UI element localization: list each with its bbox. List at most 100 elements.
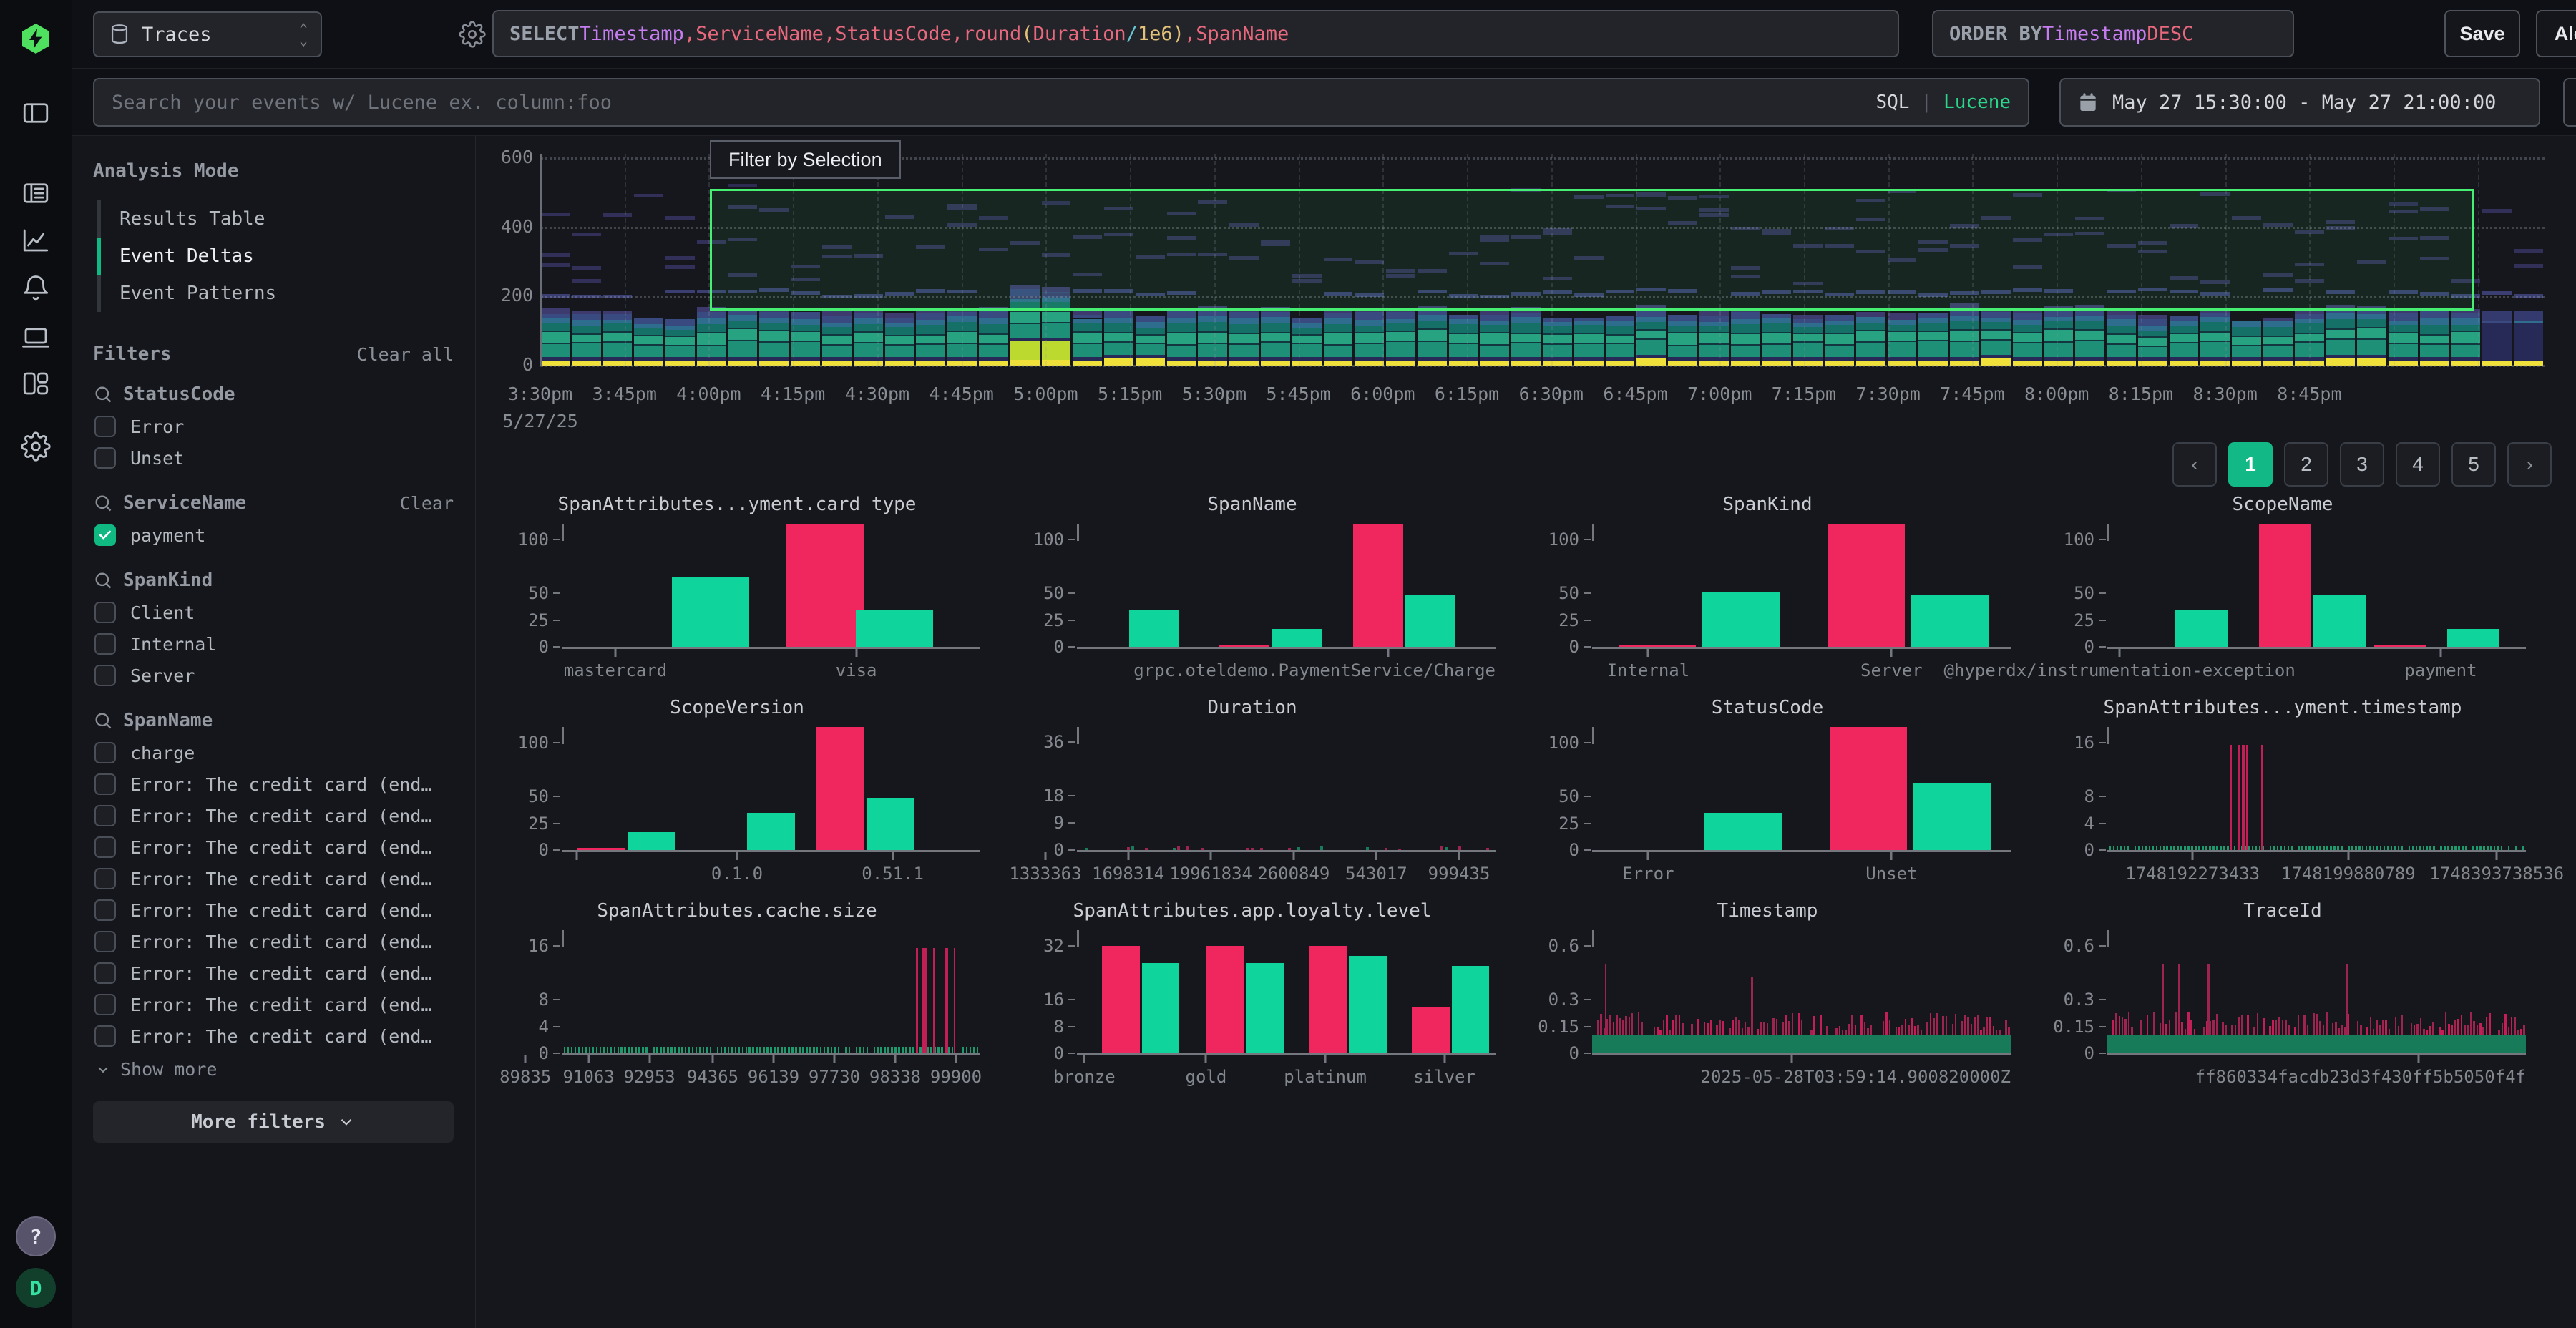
checkbox[interactable] xyxy=(94,868,116,889)
search-logs-icon[interactable] xyxy=(19,176,53,210)
analysis-mode-event-patterns[interactable]: Event Patterns xyxy=(97,275,454,312)
heatmap-plot[interactable] xyxy=(540,154,2545,366)
analysis-mode-results-table[interactable]: Results Table xyxy=(97,200,454,238)
filter-checkbox-row[interactable]: Error: The credit card (end… xyxy=(93,926,454,957)
sidebar-toggle-icon[interactable] xyxy=(19,96,53,130)
analysis-mode-event-deltas[interactable]: Event Deltas xyxy=(97,238,454,275)
heatmap-cell xyxy=(1574,344,1604,357)
hyperdx-logo[interactable] xyxy=(19,21,53,56)
show-more-link[interactable]: Show more xyxy=(94,1059,454,1080)
mini-chart-plot[interactable]: 02550100 xyxy=(562,524,980,649)
mini-chart-plot[interactable]: 00.150.30.6 xyxy=(1592,930,2011,1055)
mini-chart-plot[interactable]: 02550100 xyxy=(1077,524,1496,649)
run-query-button[interactable] xyxy=(2563,78,2576,127)
sessions-laptop-icon[interactable] xyxy=(19,321,53,355)
x-axis-labels: 174819227343317481998807891748393738536 xyxy=(2039,852,2526,887)
checkbox[interactable] xyxy=(94,805,116,826)
mini-chart-plot[interactable]: 091836 xyxy=(1077,727,1496,852)
page-button-2[interactable]: 2 xyxy=(2284,442,2328,487)
filter-checkbox-row[interactable]: Error: The credit card (end… xyxy=(93,831,454,863)
mini-chart-plot[interactable]: 02550100 xyxy=(562,727,980,852)
page-next-button[interactable]: › xyxy=(2507,442,2552,487)
filter-option-label: payment xyxy=(130,525,205,546)
filter-checkbox-row[interactable]: Error: The credit card (end… xyxy=(93,863,454,894)
filter-checkbox-row[interactable]: Unset xyxy=(93,442,454,474)
filter-by-selection-button[interactable]: Filter by Selection xyxy=(710,140,901,179)
hist-bar xyxy=(777,1047,779,1053)
sql-select-input[interactable]: SELECT Timestamp,ServiceName,StatusCode,… xyxy=(492,10,1899,57)
page-button-1[interactable]: 1 xyxy=(2228,442,2273,487)
chart-explorer-icon[interactable] xyxy=(19,223,53,258)
filter-group-title: SpanKind xyxy=(123,570,454,591)
heatmap-cell xyxy=(1104,332,1133,333)
sql-mode-toggle[interactable]: SQL xyxy=(1875,92,1909,113)
heatmap-cell xyxy=(2482,323,2512,357)
checkbox[interactable] xyxy=(94,524,116,546)
x-axis-label: payment xyxy=(2404,660,2477,680)
filter-checkbox-row[interactable]: Error: The credit card (end… xyxy=(93,768,454,800)
query-settings-gear-icon[interactable] xyxy=(455,17,489,52)
filter-checkbox-row[interactable]: payment xyxy=(93,519,454,551)
checkbox[interactable] xyxy=(94,602,116,623)
mini-chart-plot[interactable]: 081632 xyxy=(1077,930,1496,1055)
filter-checkbox-row[interactable]: Server xyxy=(93,660,454,691)
page-button-4[interactable]: 4 xyxy=(2396,442,2440,487)
mini-chart-plot[interactable]: 00.150.30.6 xyxy=(2107,930,2526,1055)
filter-checkbox-row[interactable]: Error: The credit card (end… xyxy=(93,800,454,831)
source-select[interactable]: Traces ⌃⌄ xyxy=(93,11,322,57)
time-range-selection[interactable] xyxy=(710,189,2474,310)
heatmap-cell xyxy=(2326,319,2356,328)
delta-bar-outlier xyxy=(1309,946,1347,1053)
page-button-3[interactable]: 3 xyxy=(2340,442,2384,487)
checkbox[interactable] xyxy=(94,931,116,952)
filter-checkbox-row[interactable]: Error: The credit card (end… xyxy=(93,989,454,1020)
x-axis-label: 3:45pm xyxy=(592,384,657,404)
more-filters-button[interactable]: More filters xyxy=(93,1101,454,1143)
clear-filter-link[interactable]: Clear xyxy=(400,493,454,514)
filter-checkbox-row[interactable]: Internal xyxy=(93,628,454,660)
filter-checkbox-row[interactable]: Error: The credit card (end… xyxy=(93,894,454,926)
checkbox[interactable] xyxy=(94,447,116,469)
filter-checkbox-row[interactable]: Error xyxy=(93,411,454,442)
x-tick xyxy=(648,1055,650,1063)
heatmap-cell xyxy=(979,345,1008,357)
checkbox[interactable] xyxy=(94,665,116,686)
heatmap-cell xyxy=(885,313,914,318)
checkbox[interactable] xyxy=(94,899,116,921)
checkbox[interactable] xyxy=(94,773,116,795)
mini-chart-plot[interactable]: 04816 xyxy=(562,930,980,1055)
heatmap-cell xyxy=(2075,316,2104,321)
mini-chart-plot[interactable]: 02550100 xyxy=(1592,727,2011,852)
mini-chart-plot[interactable]: 04816 xyxy=(2107,727,2526,852)
lucene-mode-toggle[interactable]: Lucene xyxy=(1943,92,2011,113)
page-button-5[interactable]: 5 xyxy=(2451,442,2496,487)
filter-checkbox-row[interactable]: Client xyxy=(93,597,454,628)
page-prev-button[interactable]: ‹ xyxy=(2172,442,2217,487)
hist-bar xyxy=(1297,847,1300,850)
sql-orderby-input[interactable]: ORDER BY Timestamp DESC xyxy=(1932,10,2294,57)
mini-chart-plot[interactable]: 02550100 xyxy=(1592,524,2011,649)
checkbox[interactable] xyxy=(94,416,116,437)
checkbox[interactable] xyxy=(94,962,116,984)
y-axis-label: 16 xyxy=(1007,990,1064,1010)
mini-chart-plot[interactable]: 02550100 xyxy=(2107,524,2526,649)
help-button[interactable]: ? xyxy=(16,1216,56,1256)
search-input[interactable] xyxy=(112,92,1875,114)
alerts-bell-icon[interactable] xyxy=(19,272,53,306)
clear-all-filters-link[interactable]: Clear all xyxy=(357,344,454,365)
settings-gear-icon[interactable] xyxy=(19,429,53,464)
checkbox[interactable] xyxy=(94,1025,116,1047)
filter-checkbox-row[interactable]: Error: The credit card (end… xyxy=(93,1020,454,1052)
checkbox[interactable] xyxy=(94,994,116,1015)
checkbox[interactable] xyxy=(94,836,116,858)
date-range-picker[interactable]: May 27 15:30:00 - May 27 21:00:00 xyxy=(2059,78,2540,127)
dashboards-icon[interactable] xyxy=(19,366,53,401)
filter-checkbox-row[interactable]: charge xyxy=(93,737,454,768)
user-avatar[interactable]: D xyxy=(16,1268,56,1308)
filter-checkbox-row[interactable]: Error: The credit card (end… xyxy=(93,957,454,989)
alerts-button[interactable]: Alerts xyxy=(2536,10,2576,57)
y-axis-label: 50 xyxy=(1522,583,1579,603)
checkbox[interactable] xyxy=(94,742,116,763)
save-button[interactable]: Save xyxy=(2444,10,2520,57)
checkbox[interactable] xyxy=(94,633,116,655)
